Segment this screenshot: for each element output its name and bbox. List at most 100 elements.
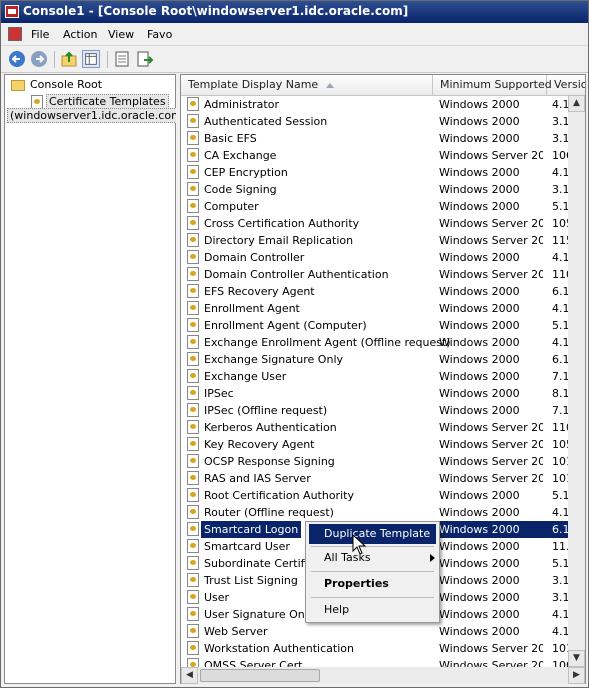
table-row[interactable]: Exchange Enrollment Agent (Offline reque… xyxy=(181,334,585,351)
menu-separator xyxy=(311,571,434,572)
table-row[interactable]: CEP Encryption Windows 2000 4.1 xyxy=(181,164,585,181)
menu-item-duplicate-template[interactable]: Duplicate Template xyxy=(309,524,436,544)
horizontal-scrollbar[interactable]: ◀ ▶ xyxy=(181,667,585,684)
table-row[interactable]: OCSP Response Signing Windows Server 2008… xyxy=(181,453,585,470)
menu-action[interactable]: Action xyxy=(63,28,97,41)
template-name-cell: Trust List Signing xyxy=(204,574,298,587)
minimum-supported-cell: Windows 2000 xyxy=(439,625,520,638)
tree-node-certificate-templates[interactable]: Certificate Templates xyxy=(46,94,169,109)
table-row[interactable]: EFS Recovery Agent Windows 2000 6.1 xyxy=(181,283,585,300)
certificate-template-icon xyxy=(187,539,199,553)
table-row[interactable]: Workstation Authentication Windows Server… xyxy=(181,640,585,657)
table-row[interactable]: Root Certification Authority Windows 2000… xyxy=(181,487,585,504)
minimum-supported-cell: Windows 2000 xyxy=(436,521,549,538)
table-row[interactable]: IPSec Windows 2000 8.1 xyxy=(181,385,585,402)
minimum-supported-cell: Windows 2000 xyxy=(439,608,520,621)
menu-file[interactable]: File xyxy=(31,28,49,41)
toolbar-separator xyxy=(107,51,108,68)
template-name-cell: IPSec xyxy=(204,387,234,400)
template-name-cell: CA Exchange xyxy=(204,149,277,162)
table-row[interactable]: Exchange Signature Only Windows 2000 6.1 xyxy=(181,351,585,368)
certificate-template-icon xyxy=(187,199,199,213)
menu-favorites[interactable]: Favo xyxy=(147,28,172,41)
horizontal-scroll-thumb[interactable] xyxy=(200,669,320,682)
menu-item-properties[interactable]: Properties xyxy=(309,574,436,594)
certificate-template-icon xyxy=(187,233,199,247)
minimum-supported-cell: Windows 2000 xyxy=(439,98,520,111)
tree-node-certificate-templates-server[interactable]: (windowserver1.idc.oracle.com) xyxy=(7,108,190,123)
minimum-supported-cell: Windows Server 2008 xyxy=(439,455,543,468)
table-row[interactable]: Code Signing Windows 2000 3.1 xyxy=(181,181,585,198)
certificate-template-icon xyxy=(187,556,199,570)
table-row[interactable]: Exchange User Windows 2000 7.1 xyxy=(181,368,585,385)
certificate-template-icon xyxy=(187,590,199,604)
table-row[interactable]: Web Server Windows 2000 4.1 xyxy=(181,623,585,640)
table-row[interactable]: Domain Controller Windows 2000 4.1 xyxy=(181,249,585,266)
show-tree-icon[interactable] xyxy=(82,50,100,68)
menu-item-help[interactable]: Help xyxy=(309,600,436,620)
table-row[interactable]: Administrator Windows 2000 4.1 xyxy=(181,96,585,113)
table-row[interactable]: Computer Windows 2000 5.1 xyxy=(181,198,585,215)
table-row[interactable]: Authenticated Session Windows 2000 3.1 xyxy=(181,113,585,130)
scroll-right-icon[interactable]: ▶ xyxy=(568,667,585,684)
scroll-up-icon[interactable]: ▲ xyxy=(568,95,585,112)
template-name-cell: EFS Recovery Agent xyxy=(204,285,315,298)
menu-bar: File Action View Favo xyxy=(1,24,588,46)
minimum-supported-cell: Windows 2000 xyxy=(439,540,520,553)
vertical-scrollbar[interactable]: ▲ ▼ xyxy=(568,95,585,667)
table-row[interactable]: Router (Offline request) Windows 2000 4.1 xyxy=(181,504,585,521)
submenu-arrow-icon xyxy=(430,554,435,562)
column-header-minimum-supported[interactable]: Minimum Supported xyxy=(433,75,552,95)
table-row[interactable]: IPSec (Offline request) Windows 2000 7.1 xyxy=(181,402,585,419)
column-header-template-display-name[interactable]: Template Display Name xyxy=(181,75,433,95)
toolbar-separator xyxy=(54,51,55,68)
table-row[interactable]: Directory Email Replication Windows Serve… xyxy=(181,232,585,249)
template-name-cell: Directory Email Replication xyxy=(204,234,354,247)
minimum-supported-cell: Windows Server 2003 xyxy=(439,268,543,281)
console-menu-icon[interactable] xyxy=(8,27,22,41)
minimum-supported-cell: Windows 2000 xyxy=(439,404,520,417)
table-row[interactable]: Kerberos Authentication Windows Server 20… xyxy=(181,419,585,436)
column-header-version[interactable]: Version xyxy=(547,75,585,95)
template-name-cell: Exchange User xyxy=(204,370,287,383)
table-row[interactable]: Enrollment Agent (Computer) Windows 2000 5… xyxy=(181,317,585,334)
forward-arrow-icon[interactable] xyxy=(30,50,48,68)
export-list-icon[interactable] xyxy=(136,50,154,68)
mouse-cursor-icon xyxy=(352,534,367,555)
certificate-template-icon xyxy=(187,505,199,519)
table-row[interactable]: Key Recovery AgentWindows Server 2003105… xyxy=(181,436,585,453)
properties-icon[interactable] xyxy=(113,50,131,68)
certificate-template-icon xyxy=(187,182,199,196)
menu-item-all-tasks[interactable]: All Tasks xyxy=(309,548,436,568)
minimum-supported-cell: Windows 2000 xyxy=(439,200,520,213)
scroll-left-icon[interactable]: ◀ xyxy=(181,667,198,684)
menu-view[interactable]: View xyxy=(108,28,134,41)
title-bar[interactable]: Console1 - [Console Root\windowserver1.i… xyxy=(1,1,588,23)
table-row[interactable]: RAS and IAS ServerWindows Server 2003101… xyxy=(181,470,585,487)
table-row[interactable]: CA ExchangeWindows Server 2003106.0 xyxy=(181,147,585,164)
minimum-supported-cell: Windows 2000 xyxy=(439,251,520,264)
back-arrow-icon[interactable] xyxy=(8,50,26,68)
certificate-template-icon xyxy=(187,488,199,502)
table-row[interactable]: Cross Certification Authority Windows Ser… xyxy=(181,215,585,232)
table-row[interactable]: Basic EFS Windows 2000 3.1 xyxy=(181,130,585,147)
template-name-cell: Key Recovery Agent xyxy=(204,438,315,451)
table-row[interactable]: Domain Controller Authentication Windows … xyxy=(181,266,585,283)
console-tree-pane[interactable]: Console Root Certificate Templates (wind… xyxy=(4,74,190,684)
certificate-template-icon xyxy=(187,403,199,417)
context-menu: Duplicate Template All Tasks Properties … xyxy=(305,521,440,623)
minimum-supported-cell: Windows 2000 xyxy=(439,183,520,196)
scroll-down-icon[interactable]: ▼ xyxy=(568,650,585,667)
minimum-supported-cell: Windows 2000 xyxy=(439,353,520,366)
table-row[interactable]: Enrollment Agent Windows 2000 4.1 xyxy=(181,300,585,317)
certificate-template-icon xyxy=(187,386,199,400)
minimum-supported-cell: Windows Server 2003 xyxy=(439,438,543,451)
minimum-supported-cell: Windows 2000 xyxy=(439,302,520,315)
up-folder-icon[interactable] xyxy=(60,50,78,68)
template-name-cell: Domain Controller xyxy=(204,251,305,264)
template-name-cell: Kerberos Authentication xyxy=(204,421,337,434)
certificate-template-icon xyxy=(187,369,199,383)
template-name-cell: Basic EFS xyxy=(204,132,257,145)
template-name-cell: Code Signing xyxy=(204,183,277,196)
tree-node-console-root[interactable]: Console Root xyxy=(30,78,102,91)
